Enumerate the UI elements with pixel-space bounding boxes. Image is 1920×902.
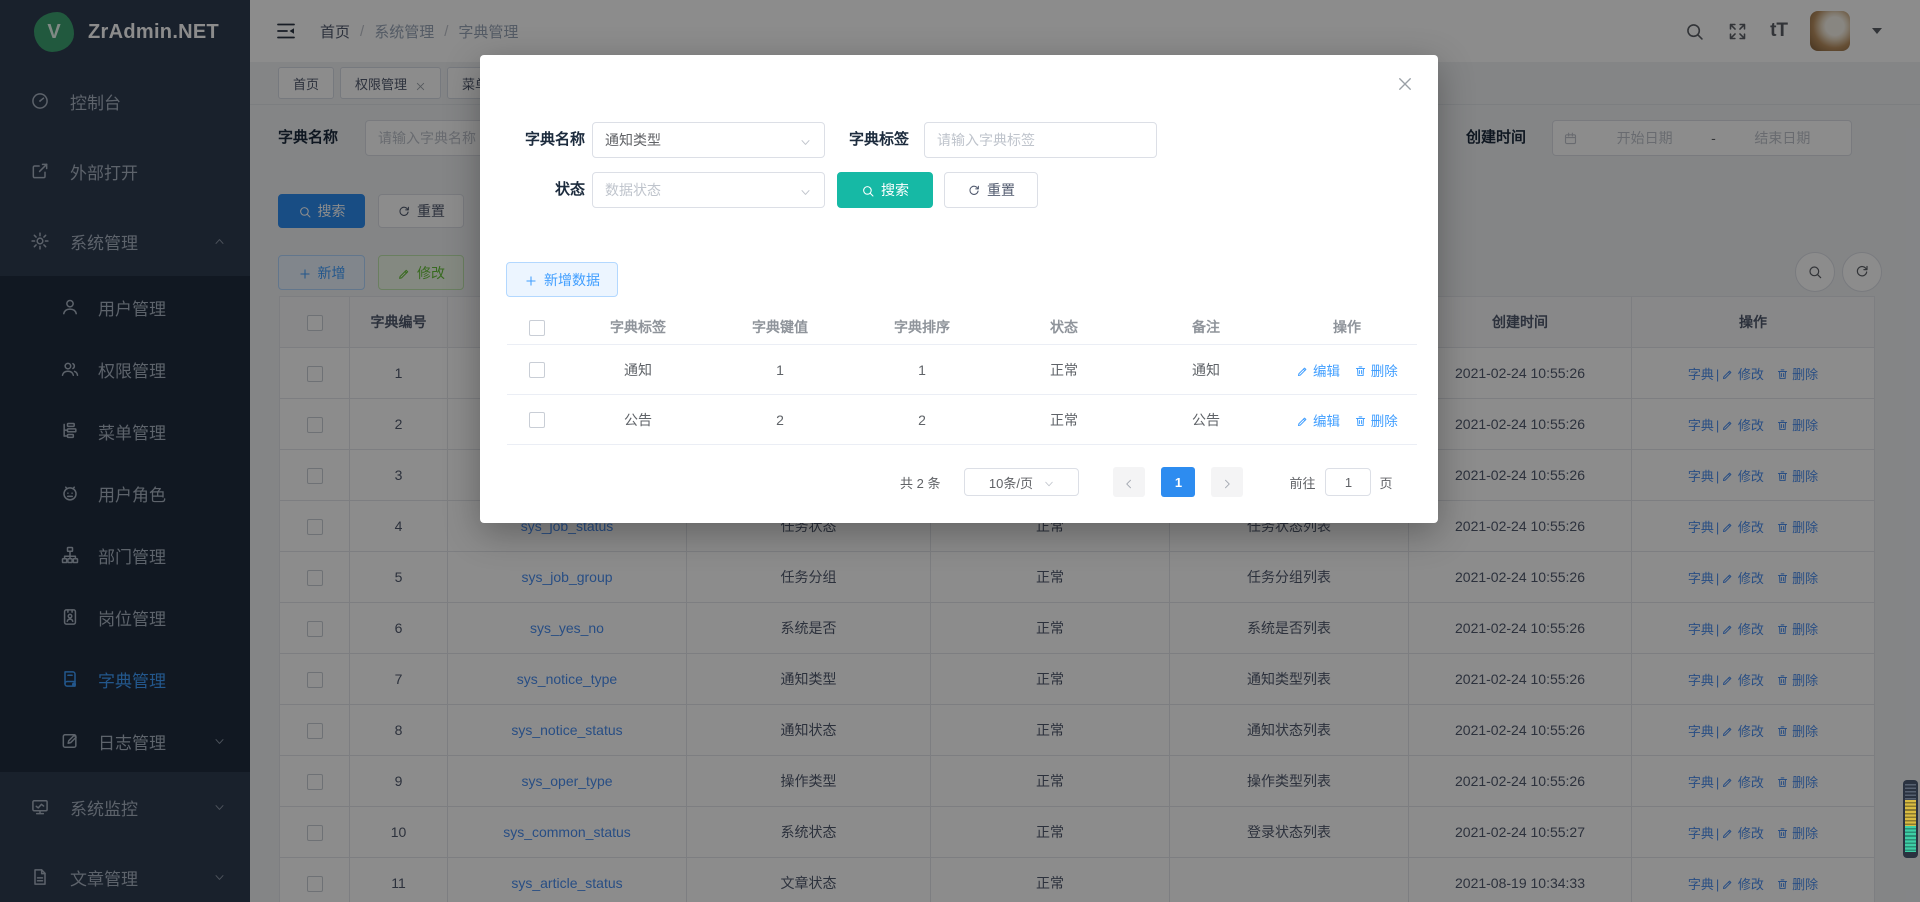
chevron-down-icon [799, 134, 812, 147]
modal-delete-link[interactable]: 删除 [1354, 364, 1398, 379]
modal-select-all-checkbox[interactable] [529, 320, 545, 336]
modal-table-row: 通知11正常通知 编辑 删除 [507, 345, 1417, 395]
close-icon[interactable] [1396, 75, 1414, 93]
modal-search-button[interactable]: 搜索 [837, 172, 933, 208]
mcol-value: 字典键值 [709, 310, 851, 345]
cell-remark: 通知 [1135, 345, 1277, 395]
modal-status-label: 状态 [480, 172, 585, 208]
cell-dict-value: 2 [709, 395, 851, 445]
goto-label: 前往 [1289, 473, 1315, 492]
cell-dict-sort: 2 [851, 395, 993, 445]
next-page-button[interactable] [1211, 467, 1243, 497]
modal-add-data-button[interactable]: 新增数据 [506, 262, 618, 297]
arrow-right-icon [1221, 476, 1233, 488]
arrow-left-icon [1123, 476, 1135, 488]
modal-dict-name-label: 字典名称 [480, 122, 585, 158]
scroll-stripes-yellow [1905, 800, 1916, 826]
modal-table-body: 通知11正常通知 编辑 删除公告22正常公告 编辑 删除 [507, 345, 1417, 445]
modal-dict-label-label: 字典标签 [825, 122, 909, 158]
cell-dict-label: 通知 [567, 345, 709, 395]
modal-row-checkbox[interactable] [529, 412, 545, 428]
modal-edit-link[interactable]: 编辑 [1296, 364, 1340, 379]
cell-dict-value: 1 [709, 345, 851, 395]
scroll-stripes-gray [1905, 784, 1916, 800]
dict-data-table: 字典标签 字典键值 字典排序 状态 备注 操作 通知11正常通知 编辑 删除公告… [507, 310, 1417, 445]
mcol-sort: 字典排序 [851, 310, 993, 345]
chevron-down-icon [1043, 476, 1055, 488]
chevron-down-icon [799, 184, 812, 197]
modal-dict-name-select[interactable]: 通知类型 [592, 122, 825, 158]
modal-dict-label-input[interactable] [924, 122, 1157, 158]
page-number-1[interactable]: 1 [1161, 467, 1195, 497]
cell-dict-label: 公告 [567, 395, 709, 445]
scroll-stripes-teal [1905, 826, 1916, 852]
pagination-total: 共 2 条 [900, 473, 940, 492]
prev-page-button[interactable] [1113, 467, 1145, 497]
page-size-select[interactable]: 10条/页 [964, 468, 1079, 496]
modal-table-header-row: 字典标签 字典键值 字典排序 状态 备注 操作 [507, 310, 1417, 345]
modal-reset-button[interactable]: 重置 [944, 172, 1038, 208]
modal-table-row: 公告22正常公告 编辑 删除 [507, 395, 1417, 445]
modal-status-select[interactable]: 数据状态 [592, 172, 825, 208]
app-root: V ZrAdmin.NET 控制台外部打开系统管理用户管理权限管理菜单管理用户角… [0, 0, 1920, 902]
goto-page-input[interactable] [1325, 468, 1371, 496]
refresh-icon [967, 183, 981, 197]
cell-remark: 公告 [1135, 395, 1277, 445]
modal-delete-link[interactable]: 删除 [1354, 414, 1398, 429]
mcol-status: 状态 [993, 310, 1135, 345]
mcol-remark: 备注 [1135, 310, 1277, 345]
modal-row-checkbox[interactable] [529, 362, 545, 378]
dict-data-dialog: 字典名称 通知类型 字典标签 状态 数据状态 搜索 重置 新增数据 [480, 55, 1438, 523]
scrollbar-thumb[interactable] [1903, 780, 1918, 858]
mcol-actions: 操作 [1277, 310, 1417, 345]
mcol-label: 字典标签 [567, 310, 709, 345]
modal-edit-link[interactable]: 编辑 [1296, 414, 1340, 429]
goto-suffix-label: 页 [1379, 473, 1392, 492]
modal-pagination: 共 2 条 10条/页 1 前往 页 [900, 467, 1393, 497]
search-icon [861, 183, 875, 197]
cell-status: 正常 [993, 345, 1135, 395]
cell-dict-sort: 1 [851, 345, 993, 395]
plus-icon [524, 273, 538, 287]
cell-status: 正常 [993, 395, 1135, 445]
